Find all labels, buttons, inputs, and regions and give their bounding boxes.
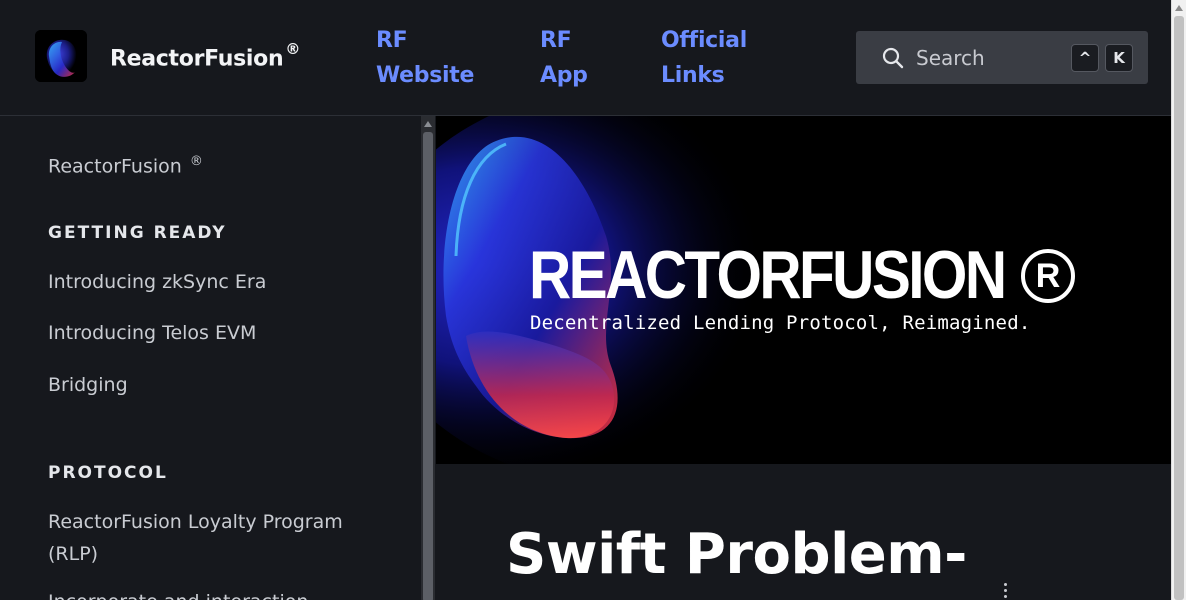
search-icon bbox=[882, 47, 904, 69]
main-content: REACTORFUSION R Decentralized Lending Pr… bbox=[436, 116, 1171, 600]
hero-title: REACTORFUSION bbox=[529, 237, 1007, 313]
sidebar-item-bridging[interactable]: Bridging bbox=[48, 369, 368, 401]
sidebar-item-reactorfusion[interactable]: ReactorFusion ® bbox=[48, 146, 368, 182]
sidebar-heading-getting-ready: GETTING READY bbox=[48, 223, 227, 243]
brand-name[interactable]: ReactorFusion ® bbox=[110, 40, 301, 71]
hero-subtitle: Decentralized Lending Protocol, Reimagin… bbox=[530, 312, 1031, 334]
sidebar-item-introducing-telos-evm[interactable]: Introducing Telos EVM bbox=[48, 317, 368, 349]
nav-label-line: Links bbox=[661, 63, 725, 88]
nav-label-line: Website bbox=[376, 63, 475, 88]
reactorfusion-logo-icon[interactable] bbox=[35, 30, 87, 82]
nav-rf-website-link[interactable]: RF Website bbox=[376, 23, 496, 93]
search-button[interactable]: Search ^ K bbox=[856, 31, 1148, 84]
nav-label-line: App bbox=[540, 63, 588, 88]
sidebar-scrollbar[interactable] bbox=[421, 116, 435, 600]
shortcut-key-k: K bbox=[1105, 44, 1133, 72]
sidebar-item-loyalty-program[interactable]: ReactorFusion Loyalty Program (RLP) bbox=[48, 506, 368, 570]
page-scrollbar[interactable] bbox=[1171, 0, 1186, 600]
nav-official-links-link[interactable]: Official Links bbox=[661, 23, 781, 93]
registered-mark: ® bbox=[189, 154, 203, 169]
search-label: Search bbox=[916, 46, 985, 70]
scroll-up-arrow-icon[interactable] bbox=[1175, 5, 1183, 11]
scrollbar-thumb[interactable] bbox=[1174, 16, 1184, 600]
sidebar-item-introducing-zksync-era[interactable]: Introducing zkSync Era bbox=[48, 266, 368, 298]
page: ReactorFusion ® RF Website RF App Officia… bbox=[0, 0, 1186, 600]
more-vertical-icon[interactable] bbox=[1001, 583, 1009, 600]
sidebar-nav: ReactorFusion ® GETTING READY Introducin… bbox=[0, 116, 421, 600]
nav-label-line: Official bbox=[661, 28, 747, 53]
nav-label-line: RF bbox=[376, 28, 408, 53]
sidebar-heading-protocol: PROTOCOL bbox=[48, 463, 168, 483]
nav-rf-app-link[interactable]: RF App bbox=[540, 23, 620, 93]
top-header: ReactorFusion ® RF Website RF App Officia… bbox=[0, 0, 1171, 116]
page-title: Swift Problem- bbox=[506, 522, 967, 587]
nav-label-line: RF bbox=[540, 28, 572, 53]
hero-registered-mark: R bbox=[1021, 249, 1075, 303]
brand-registered-mark: ® bbox=[285, 40, 301, 58]
hero-banner: REACTORFUSION R Decentralized Lending Pr… bbox=[436, 116, 1171, 464]
sidebar-item-incorporate-and-interaction[interactable]: Incorporate and interaction bbox=[48, 586, 368, 600]
shortcut-key-ctrl: ^ bbox=[1071, 44, 1099, 72]
scrollbar-thumb[interactable] bbox=[423, 132, 433, 600]
scroll-up-arrow-icon[interactable] bbox=[424, 121, 432, 127]
